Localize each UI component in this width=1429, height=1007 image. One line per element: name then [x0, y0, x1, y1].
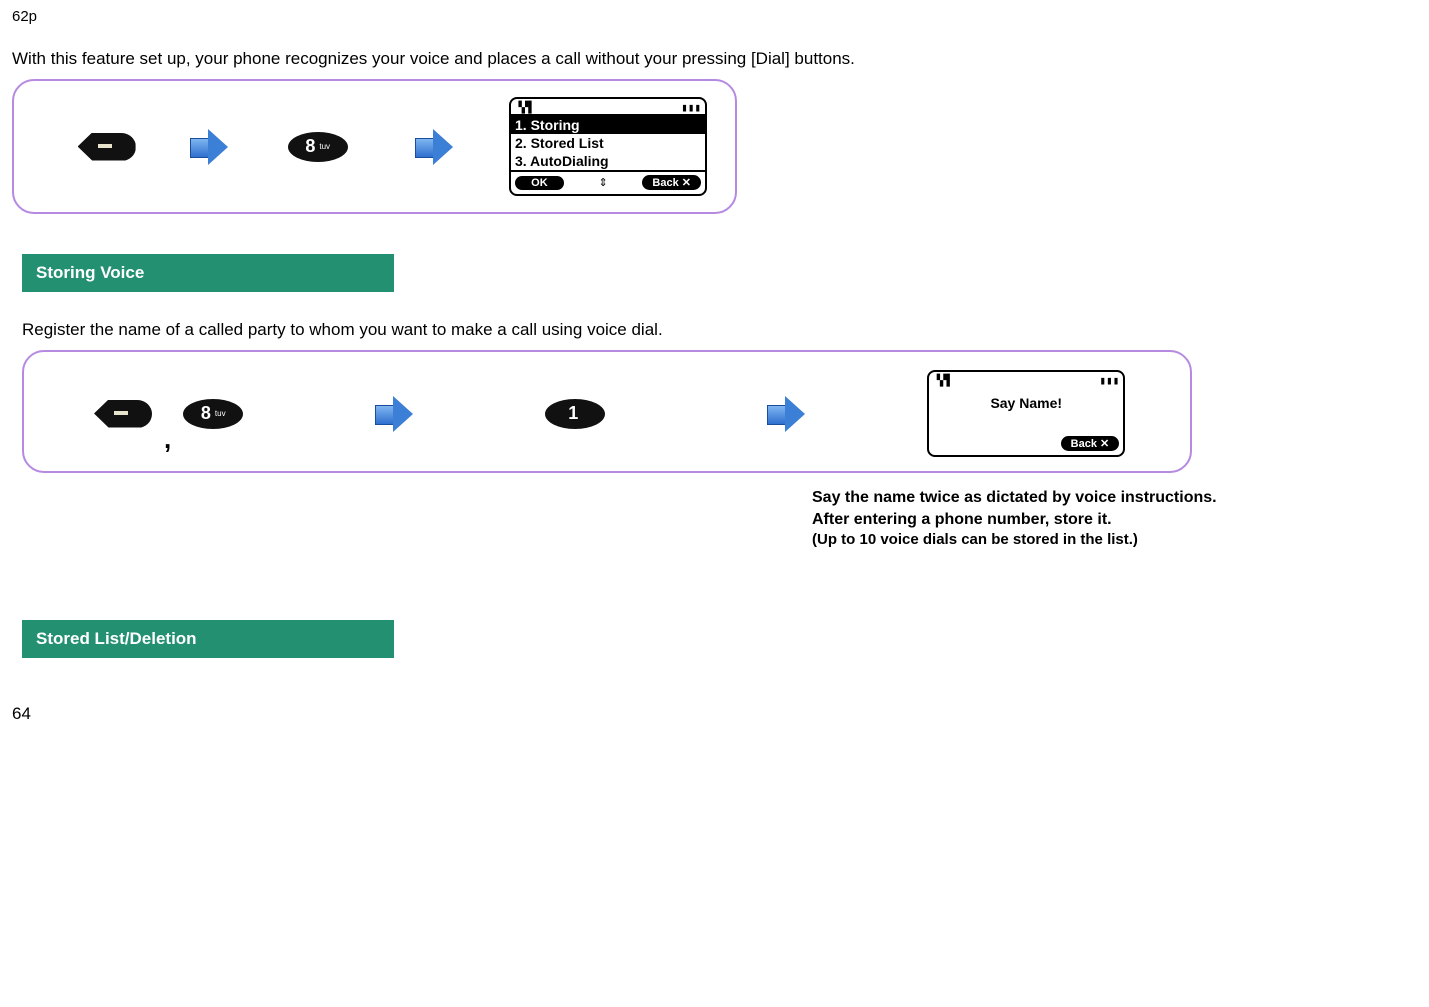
signal-icon: ▝▞▌ [515, 101, 535, 114]
page-number: 64 [12, 704, 1417, 724]
battery-icon: ▮▮▮ [1099, 374, 1119, 387]
signal-icon: ▝▞▌ [933, 374, 953, 387]
phone-screen-voicedial-menu: ▝▞▌ ▮▮▮ 1. Storing 2. Stored List 3. Aut… [509, 97, 707, 196]
menu-item: 3. AutoDialing [511, 152, 705, 170]
menu-item: 1. Storing [511, 116, 705, 134]
left-softkey-icon [78, 133, 136, 161]
instruction-box-storing: , 8 tuv 1 ▝▞▌ ▮▮▮ Say Name! Back ✕ [22, 350, 1192, 473]
phone-screen-say-name: ▝▞▌ ▮▮▮ Say Name! Back ✕ [927, 370, 1125, 457]
storing-voice-description: Register the name of a called party to w… [22, 320, 1417, 340]
screen-title: Say Name! [929, 391, 1123, 417]
intro-text: With this feature set up, your phone rec… [12, 49, 1417, 69]
arrow-right-icon [186, 127, 232, 167]
keypad-8-icon: 8 tuv [288, 132, 348, 162]
left-softkey-icon [94, 400, 152, 428]
separator-comma: , [164, 424, 171, 457]
instruction-tip: Say the name twice as dictated by voice … [812, 487, 1352, 550]
menu-item: 2. Stored List [511, 134, 705, 152]
instruction-box-menu: 8 tuv ▝▞▌ ▮▮▮ 1. Storing 2. Stored List … [12, 79, 737, 214]
section-header-stored-list: Stored List/Deletion [22, 620, 394, 658]
arrow-right-icon [763, 394, 809, 434]
softkey-back: Back ✕ [642, 175, 701, 190]
keypad-1-icon: 1 [545, 399, 605, 429]
softkey-back: Back ✕ [1061, 436, 1120, 451]
section-header-storing-voice: Storing Voice [22, 254, 394, 292]
battery-icon: ▮▮▮ [681, 101, 701, 114]
arrow-right-icon [371, 394, 417, 434]
top-page-label: 62p [12, 8, 1417, 25]
keypad-8-icon: 8 tuv [183, 399, 243, 429]
updown-icon: ⇕ [598, 176, 607, 189]
arrow-right-icon [411, 127, 457, 167]
softkey-ok: OK [515, 176, 564, 190]
